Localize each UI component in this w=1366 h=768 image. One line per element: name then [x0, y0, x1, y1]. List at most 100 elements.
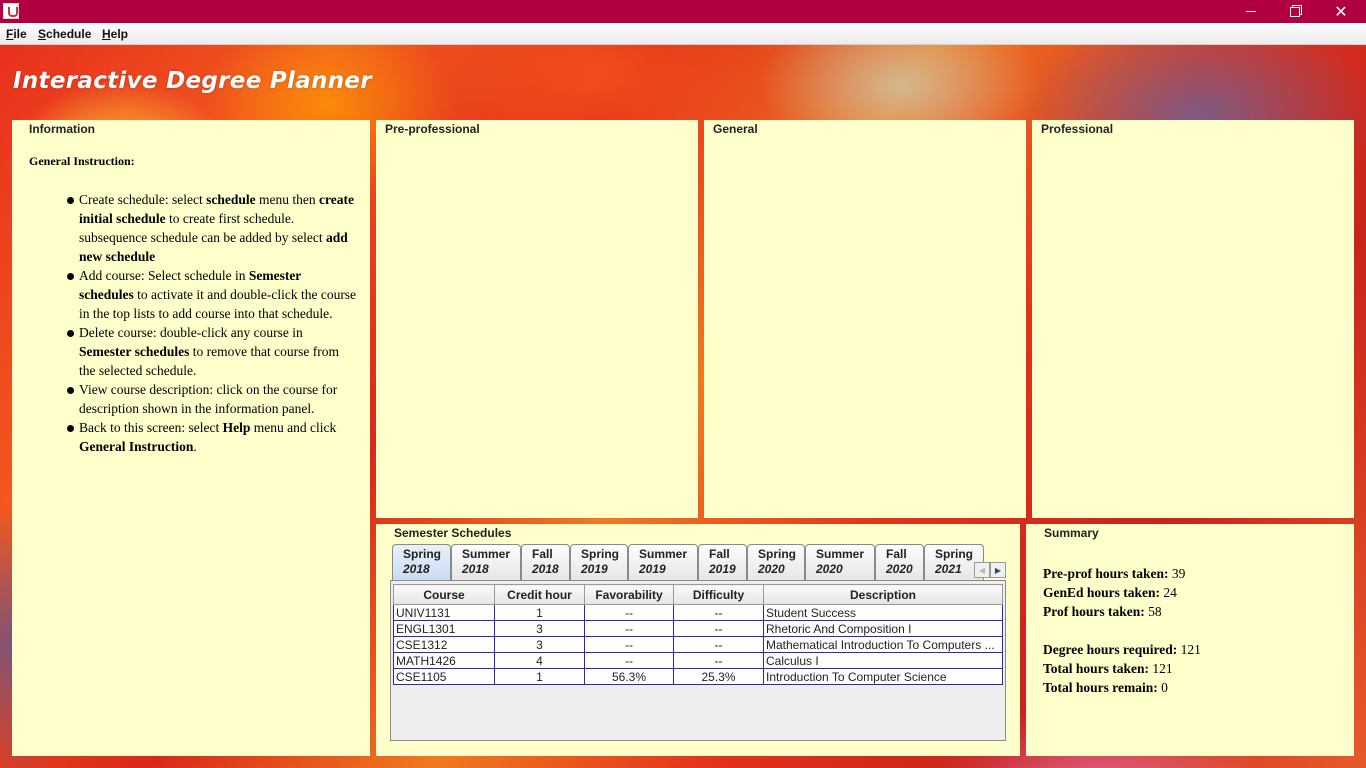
cell-credit-hour[interactable]: 3 — [494, 620, 585, 637]
cell-description[interactable]: Calculus I — [763, 652, 1003, 669]
instruction-item: Back to this screen: select Help menu an… — [67, 418, 357, 456]
tab-term: Summer — [816, 547, 865, 561]
tab-year: 2020 — [758, 562, 785, 576]
tab-fall-2020[interactable]: Fall 2020 — [875, 544, 924, 580]
instruction-text: View course description: click on the co… — [79, 382, 338, 416]
tab-term: Fall — [532, 547, 553, 561]
tab-year: 2019 — [639, 562, 666, 576]
scroll-left-icon[interactable]: ◀ — [974, 562, 990, 578]
professional-list[interactable]: Professional — [1032, 120, 1354, 518]
information-panel-title: Information — [29, 122, 95, 136]
tab-fall-2018[interactable]: Fall 2018 — [521, 544, 570, 580]
bullet-icon — [67, 425, 74, 432]
column-header-difficulty[interactable]: Difficulty — [673, 584, 764, 605]
cell-credit-hour[interactable]: 4 — [494, 652, 585, 669]
cell-difficulty[interactable]: -- — [673, 652, 764, 669]
summary-gened-hours: GenEd hours taken: 24 — [1043, 585, 1177, 601]
summary-label: GenEd hours taken: — [1043, 585, 1161, 600]
instruction-text: Add course: Select schedule in — [79, 268, 249, 283]
tab-summer-2019[interactable]: Summer 2019 — [628, 544, 698, 580]
summary-title: Summary — [1044, 526, 1099, 540]
instruction-heading: General Instruction: — [29, 154, 135, 168]
close-icon[interactable]: ✕ — [1318, 0, 1364, 23]
summary-preprof-hours: Pre-prof hours taken: 39 — [1043, 566, 1185, 582]
instruction-text: Create schedule: select — [79, 192, 207, 207]
bullet-icon — [67, 330, 74, 337]
tab-year: 2019 — [581, 562, 608, 576]
semester-schedules-title: Semester Schedules — [394, 526, 512, 540]
cell-course[interactable]: CSE1105 — [393, 668, 495, 685]
tab-term: Fall — [886, 547, 907, 561]
cell-credit-hour[interactable]: 3 — [494, 636, 585, 653]
cell-credit-hour[interactable]: 1 — [494, 604, 585, 621]
scroll-right-icon[interactable]: ▶ — [990, 562, 1006, 578]
cell-difficulty[interactable]: -- — [673, 604, 764, 621]
cell-course[interactable]: UNIV1131 — [393, 604, 495, 621]
schedule-table: Course Credit hour Favorability Difficul… — [393, 584, 1003, 685]
cell-description[interactable]: Mathematical Introduction To Computers .… — [763, 636, 1003, 653]
column-header-course[interactable]: Course — [393, 584, 495, 605]
column-header-credit-hour[interactable]: Credit hour — [494, 584, 585, 605]
java-cup-icon[interactable] — [3, 3, 19, 19]
summary-degree-required: Degree hours required: 121 — [1043, 642, 1201, 658]
cell-description[interactable]: Rhetoric And Composition I — [763, 620, 1003, 637]
cell-description[interactable]: Introduction To Computer Science — [763, 668, 1003, 685]
restore-icon[interactable] — [1272, 0, 1318, 23]
tab-term: Spring — [581, 547, 619, 561]
summary-label: Degree hours required: — [1043, 642, 1178, 657]
tab-year: 2018 — [462, 562, 489, 576]
tab-spring-2020[interactable]: Spring 2020 — [747, 544, 805, 580]
table-row[interactable]: UNIV1131 1 -- -- Student Success — [393, 604, 1003, 621]
summary-value: 121 — [1180, 642, 1201, 657]
cell-favorability[interactable]: -- — [584, 604, 674, 621]
summary-label: Total hours taken: — [1043, 661, 1150, 676]
tab-summer-2020[interactable]: Summer 2020 — [805, 544, 875, 580]
table-row[interactable]: ENGL1301 3 -- -- Rhetoric And Compositio… — [393, 620, 1003, 637]
table-row[interactable]: CSE1312 3 -- -- Mathematical Introductio… — [393, 636, 1003, 653]
tab-summer-2018[interactable]: Summer 2018 — [451, 544, 521, 580]
instruction-text: menu and click — [250, 420, 337, 435]
menu-schedule-mnemonic: S — [38, 27, 47, 41]
tab-term: Spring — [758, 547, 796, 561]
instruction-bold: Help — [222, 420, 251, 435]
table-row[interactable]: CSE1105 1 56.3% 25.3% Introduction To Co… — [393, 668, 1003, 685]
instruction-text: menu then — [255, 192, 319, 207]
cell-favorability[interactable]: -- — [584, 636, 674, 653]
cell-course[interactable]: MATH1426 — [393, 652, 495, 669]
tab-spring-2018[interactable]: Spring 2018 — [392, 544, 451, 580]
menu-file-label: ile — [13, 27, 27, 41]
table-row[interactable]: MATH1426 4 -- -- Calculus I — [393, 652, 1003, 669]
cell-difficulty[interactable]: 25.3% — [673, 668, 764, 685]
cell-favorability[interactable]: 56.3% — [584, 668, 674, 685]
menu-help[interactable]: Help — [102, 27, 128, 41]
cell-favorability[interactable]: -- — [584, 620, 674, 637]
cell-course[interactable]: CSE1312 — [393, 636, 495, 653]
pre-professional-list[interactable]: Pre-professional — [376, 120, 698, 518]
column-header-favorability[interactable]: Favorability — [584, 584, 674, 605]
summary-total-remain: Total hours remain: 0 — [1043, 680, 1168, 696]
tab-year: 2018 — [532, 562, 559, 576]
instruction-text: Back to this screen: select — [79, 420, 223, 435]
cell-difficulty[interactable]: -- — [673, 636, 764, 653]
instruction-item: Add course: Select schedule in Semester … — [67, 266, 357, 323]
menu-file[interactable]: File — [6, 27, 27, 41]
column-header-description[interactable]: Description — [763, 584, 1003, 605]
general-title: General — [713, 122, 758, 136]
cell-course[interactable]: ENGL1301 — [393, 620, 495, 637]
summary-total-taken: Total hours taken: 121 — [1043, 661, 1173, 677]
summary-panel: Summary Pre-prof hours taken: 39 GenEd h… — [1026, 524, 1354, 756]
instruction-item: Delete course: double-click any course i… — [67, 323, 357, 380]
tab-fall-2019[interactable]: Fall 2019 — [698, 544, 747, 580]
tab-spring-2019[interactable]: Spring 2019 — [570, 544, 628, 580]
cell-favorability[interactable]: -- — [584, 652, 674, 669]
menu-schedule[interactable]: Schedule — [38, 27, 91, 41]
general-list[interactable]: General — [704, 120, 1026, 518]
cell-difficulty[interactable]: -- — [673, 620, 764, 637]
cell-credit-hour[interactable]: 1 — [494, 668, 585, 685]
minimize-icon[interactable] — [1228, 0, 1274, 23]
instruction-item: View course description: click on the co… — [67, 380, 357, 418]
tab-term: Spring — [935, 547, 973, 561]
summary-prof-hours: Prof hours taken: 58 — [1043, 604, 1162, 620]
cell-description[interactable]: Student Success — [763, 604, 1003, 621]
tab-term: Summer — [462, 547, 511, 561]
